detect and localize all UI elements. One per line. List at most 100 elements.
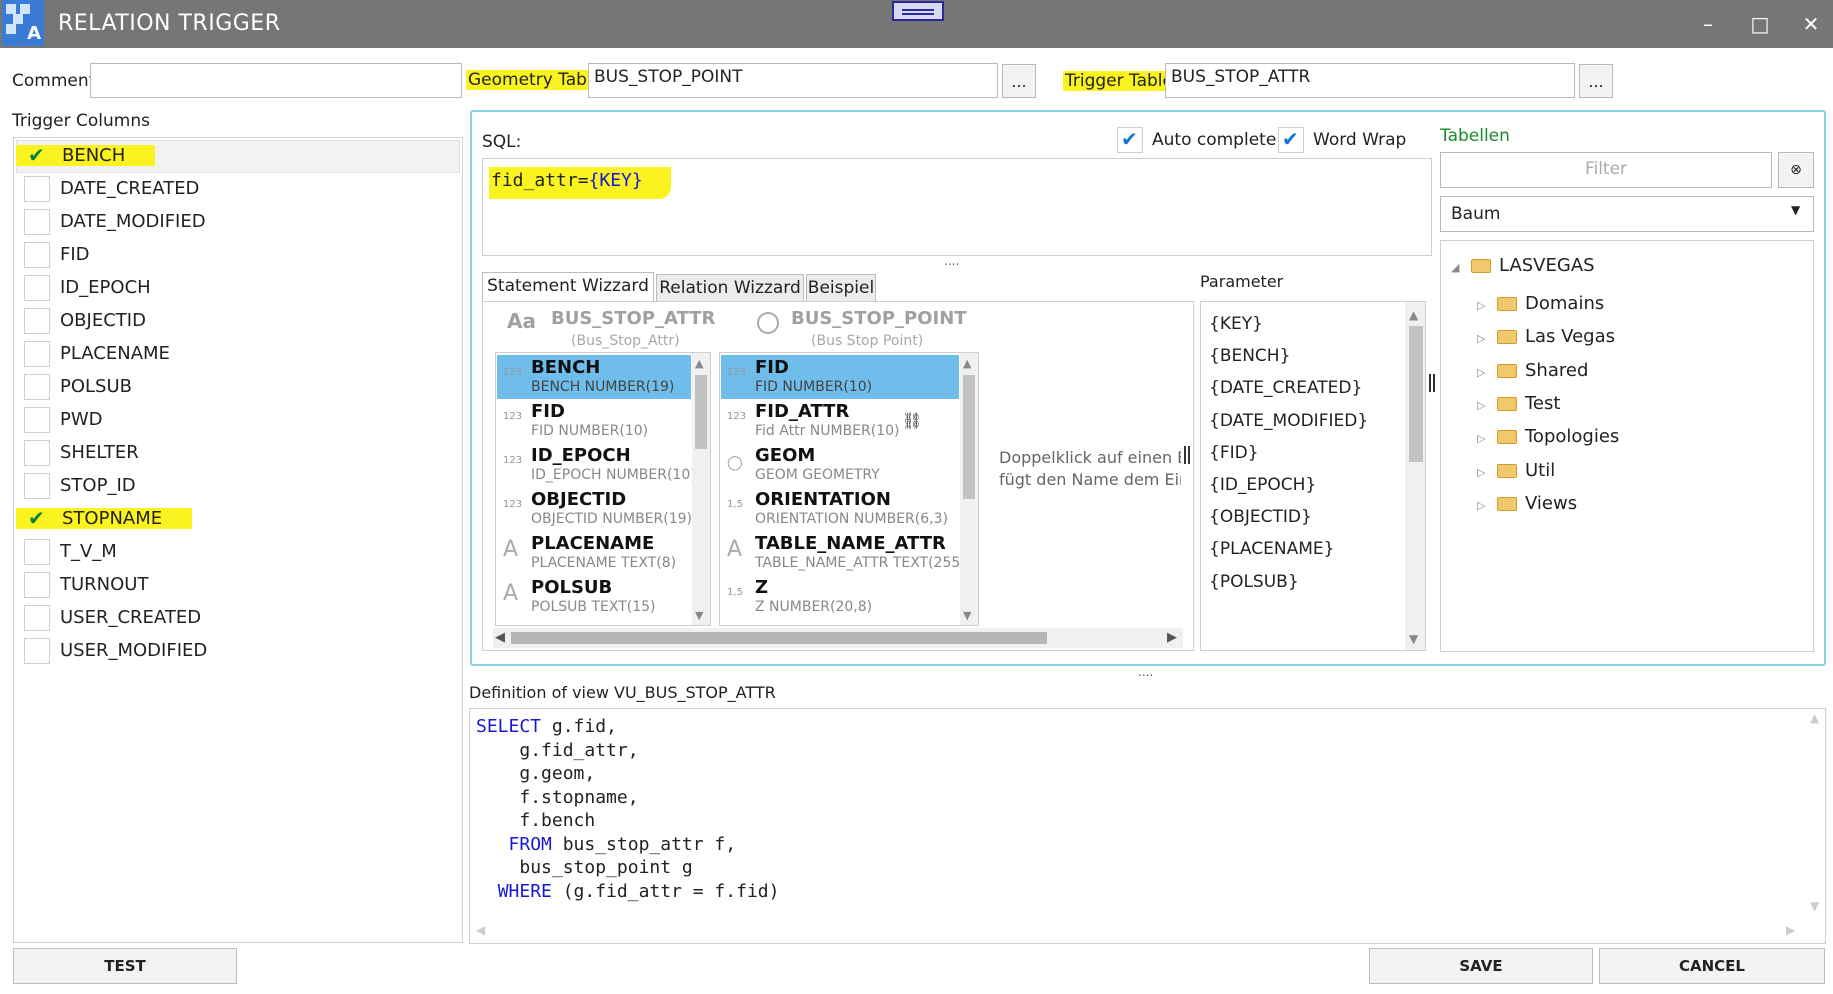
tab-statement-wizzard[interactable]: Statement Wizzard — [482, 272, 654, 302]
table-field-item[interactable]: A PLACENAME PLACENAME TEXT(8) — [497, 531, 691, 575]
trigger-column-row[interactable]: USER_CREATED — [24, 602, 464, 635]
view-definition-editor[interactable]: SELECT g.fid, g.fid_attr, g.geom, f.stop… — [469, 708, 1826, 944]
tables-filter-input[interactable]: Filter — [1440, 152, 1772, 188]
table-field-item[interactable]: 123 BENCH BENCH NUMBER(19) — [497, 355, 691, 399]
left-table-fields[interactable]: 123 BENCH BENCH NUMBER(19) 123 FID FID NUMBER… — [495, 352, 711, 626]
parameter-item[interactable]: {PLACENAME} — [1209, 539, 1334, 559]
text-type-icon: Aa — [507, 309, 536, 333]
geometry-browse-button[interactable]: ... — [1002, 64, 1036, 98]
sql-code-editor[interactable]: fid_attr={KEY} — [482, 158, 1432, 256]
parameter-item[interactable]: {KEY} — [1209, 314, 1263, 334]
trigger-column-row[interactable]: BENCH ✔ — [16, 140, 464, 173]
trigger-column-label: ID_EPOCH — [60, 277, 151, 298]
trigger-column-checkbox[interactable] — [24, 407, 50, 433]
right-fields-scrollbar[interactable]: ▲ ▼ — [960, 353, 978, 625]
wizzard-h-scrollbar[interactable]: ◀ ▶ — [493, 628, 1183, 648]
test-button[interactable]: TEST — [13, 948, 237, 984]
parameter-scrollbar[interactable]: ▲ ▼ — [1405, 302, 1425, 650]
trigger-column-checkbox[interactable] — [24, 209, 50, 235]
right-table-fields[interactable]: 123 FID FID NUMBER(10) 123 FID_ATTR Fid Attr … — [719, 352, 979, 626]
trigger-column-checkbox[interactable]: ✔ — [24, 506, 50, 532]
trigger-column-row[interactable]: STOP_ID — [24, 470, 464, 503]
table-field-item[interactable]: 123 FID FID NUMBER(10) — [497, 399, 691, 443]
parameter-item[interactable]: {ID_EPOCH} — [1209, 475, 1316, 495]
close-button[interactable]: ✕ — [1796, 12, 1826, 36]
trigger-columns-list[interactable]: BENCH ✔ DATE_CREATED DATE_MODIFIED FID ID_EPO… — [13, 137, 463, 943]
table-field-item[interactable]: 123 OBJECTID OBJECTID NUMBER(19) — [497, 487, 692, 531]
table-field-item[interactable]: 1,5 Z Z NUMBER(20,8) — [721, 575, 959, 619]
clear-filter-icon[interactable]: ⊗ — [1778, 152, 1814, 188]
tree-item[interactable]: ▷ Las Vegas — [1477, 326, 1615, 347]
parameter-item[interactable]: {BENCH} — [1209, 346, 1290, 366]
trigger-column-row[interactable]: PWD — [24, 404, 464, 437]
minimize-button[interactable]: – — [1693, 12, 1723, 36]
folder-icon — [1497, 330, 1517, 345]
left-fields-scrollbar[interactable]: ▲ ▼ — [692, 353, 710, 625]
view-mode-select[interactable]: Baum ▼ — [1440, 196, 1814, 232]
tree-item[interactable]: ▷ Test — [1477, 393, 1560, 414]
trigger-column-row[interactable]: DATE_MODIFIED — [24, 206, 464, 239]
trigger-column-checkbox[interactable] — [24, 605, 50, 631]
table-field-item[interactable]: 1,5 ORIENTATION ORIENTATION NUMBER(6,3) — [721, 487, 959, 531]
save-button[interactable]: SAVE — [1369, 948, 1593, 984]
trigger-column-checkbox[interactable] — [24, 275, 50, 301]
trigger-column-row[interactable]: DATE_CREATED — [24, 173, 464, 206]
trigger-column-row[interactable]: FID — [24, 239, 464, 272]
geometry-table-input[interactable]: BUS_STOP_POINT — [588, 63, 998, 98]
trigger-column-row[interactable]: USER_MODIFIED — [24, 635, 464, 668]
trigger-column-checkbox[interactable] — [24, 572, 50, 598]
parameter-list[interactable]: {KEY} {BENCH} {DATE_CREATED} {DATE_MODIFIED… — [1200, 301, 1426, 651]
view-splitter[interactable]: .... — [1138, 665, 1153, 679]
parameter-splitter[interactable] — [1429, 374, 1435, 392]
vertical-splitter[interactable] — [1184, 446, 1190, 464]
table-field-item[interactable]: A POLSUB POLSUB TEXT(15) — [497, 575, 691, 619]
trigger-browse-button[interactable]: ... — [1579, 64, 1613, 98]
tree-item[interactable]: ▷ Domains — [1477, 293, 1604, 314]
parameter-item[interactable]: {DATE_MODIFIED} — [1209, 411, 1368, 431]
maximize-button[interactable]: □ — [1745, 12, 1775, 36]
comment-input[interactable] — [90, 63, 462, 98]
table-field-item[interactable]: 123 FID_ATTR Fid Attr NUMBER(10) — [721, 399, 959, 443]
parameter-item[interactable]: {POLSUB} — [1209, 572, 1299, 592]
tab-beispiel[interactable]: Beispiel — [806, 274, 876, 302]
field-type-icon: 123 — [727, 411, 747, 422]
table-field-item[interactable]: A TABLE_NAME_ATTR TABLE_NAME_ATTR TEXT(255… — [721, 531, 966, 575]
trigger-column-checkbox[interactable]: ✔ — [24, 143, 50, 169]
trigger-column-row[interactable]: SHELTER — [24, 437, 464, 470]
trigger-column-checkbox[interactable] — [24, 242, 50, 268]
trigger-column-checkbox[interactable] — [24, 176, 50, 202]
trigger-table-input[interactable]: BUS_STOP_ATTR — [1165, 63, 1575, 98]
word-wrap-checkbox[interactable]: ✔ — [1278, 127, 1304, 153]
trigger-column-row[interactable]: TURNOUT — [24, 569, 464, 602]
trigger-column-row[interactable]: ID_EPOCH — [24, 272, 464, 305]
trigger-column-row[interactable]: STOPNAME ✔ — [16, 503, 464, 536]
tab-relation-wizzard[interactable]: Relation Wizzard — [656, 274, 804, 302]
tree-root-lasvegas[interactable]: ◢ LASVEGAS — [1451, 255, 1595, 276]
auto-complete-checkbox[interactable]: ✔ — [1117, 127, 1143, 153]
cancel-button[interactable]: CANCEL — [1599, 948, 1825, 984]
trigger-column-checkbox[interactable] — [24, 341, 50, 367]
trigger-column-row[interactable]: PLACENAME — [24, 338, 464, 371]
trigger-column-checkbox[interactable] — [24, 374, 50, 400]
parameter-item[interactable]: {OBJECTID} — [1209, 507, 1312, 527]
table-field-item[interactable]: ◯ GEOM GEOM GEOMETRY — [721, 443, 959, 487]
trigger-column-checkbox[interactable] — [24, 473, 50, 499]
parameter-item[interactable]: {DATE_CREATED} — [1209, 378, 1362, 398]
trigger-column-checkbox[interactable] — [24, 638, 50, 664]
trigger-column-checkbox[interactable] — [24, 308, 50, 334]
trigger-column-row[interactable]: T_V_M — [24, 536, 464, 569]
trigger-column-checkbox[interactable] — [24, 440, 50, 466]
tables-tree[interactable]: ◢ LASVEGAS ▷ Domains ▷ Las Vegas ▷ Shared ▷ Test… — [1440, 240, 1814, 652]
tree-item[interactable]: ▷ Util — [1477, 460, 1555, 481]
table-field-item[interactable]: 123 ID_EPOCH ID_EPOCH NUMBER(10) — [497, 443, 696, 487]
tree-item[interactable]: ▷ Shared — [1477, 360, 1588, 381]
tree-item[interactable]: ▷ Views — [1477, 493, 1577, 514]
trigger-column-checkbox[interactable] — [24, 539, 50, 565]
tree-item[interactable]: ▷ Topologies — [1477, 426, 1619, 447]
table-field-item[interactable]: 123 FID FID NUMBER(10) — [721, 355, 959, 399]
parameter-item[interactable]: {FID} — [1209, 443, 1259, 463]
trigger-column-row[interactable]: POLSUB — [24, 371, 464, 404]
drag-handle-icon[interactable] — [892, 1, 944, 21]
trigger-column-row[interactable]: OBJECTID — [24, 305, 464, 338]
sql-splitter[interactable]: .... — [944, 254, 959, 268]
